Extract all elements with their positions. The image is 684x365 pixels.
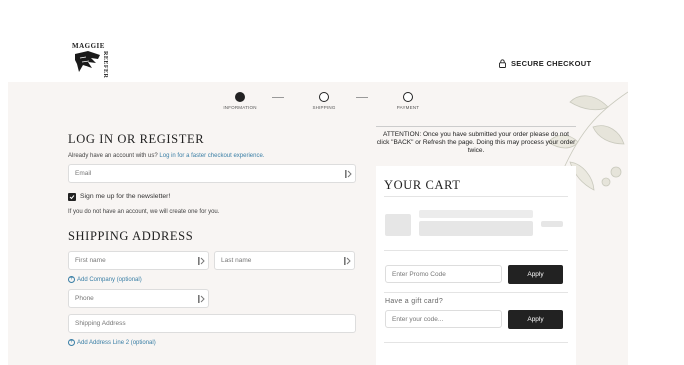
- divider: [384, 342, 568, 343]
- gift-card-field[interactable]: Enter your code...: [385, 310, 502, 328]
- autofill-icon: [345, 170, 352, 178]
- step-connector: [272, 97, 284, 98]
- product-thumbnail: [385, 214, 411, 236]
- shipping-title: SHIPPING ADDRESS: [68, 229, 194, 243]
- last-name-field[interactable]: Last name: [214, 251, 355, 270]
- add-address-line2-label: Add Address Line 2 (optional): [77, 339, 156, 346]
- divider: [384, 196, 568, 197]
- divider: [384, 292, 568, 293]
- brand-logo[interactable]: MAGGIE REEFER: [72, 42, 110, 79]
- step-shipping[interactable]: SHIPPING: [304, 92, 344, 110]
- step-information[interactable]: INFORMATION: [220, 92, 260, 110]
- plus-icon: +: [68, 339, 75, 346]
- apply-gift-card-button[interactable]: Apply: [508, 310, 563, 329]
- step-dot: [403, 92, 413, 102]
- login-title: LOG IN OR REGISTER: [68, 132, 205, 146]
- brand-name-vertical: REEFER: [102, 51, 108, 79]
- step-label: INFORMATION: [223, 105, 257, 110]
- divider: [384, 250, 568, 251]
- brand-name: MAGGIE: [72, 42, 105, 50]
- add-company-link[interactable]: + Add Company (optional): [68, 276, 142, 283]
- promo-code-placeholder: Enter Promo Code: [392, 271, 446, 278]
- newsletter-checkbox[interactable]: [68, 193, 76, 201]
- shipping-address-field[interactable]: Shipping Address: [68, 314, 356, 333]
- newsletter-label: Sign me up for the newsletter!: [80, 193, 171, 200]
- checkout-stepper: INFORMATION SHIPPING PAYMENT: [220, 92, 430, 114]
- autofill-icon: [198, 257, 205, 265]
- cart-title: YOUR CART: [384, 178, 461, 192]
- wolf-emblem-icon: [75, 51, 100, 72]
- secure-checkout-label: SECURE CHECKOUT: [511, 59, 592, 68]
- step-label: PAYMENT: [396, 105, 420, 110]
- header: MAGGIE REEFER SECURE CHECKOUT: [0, 0, 684, 82]
- product-detail-placeholder: [419, 221, 533, 236]
- checkout-page: INFORMATION SHIPPING PAYMENT LOG IN OR R…: [8, 82, 628, 365]
- gift-card-label: Have a gift card?: [385, 298, 444, 305]
- first-name-placeholder: First name: [75, 257, 106, 264]
- add-address-line2-link[interactable]: + Add Address Line 2 (optional): [68, 339, 156, 346]
- last-name-placeholder: Last name: [221, 257, 252, 264]
- step-connector: [356, 97, 368, 98]
- step-dot: [235, 92, 245, 102]
- phone-field[interactable]: Phone: [68, 289, 209, 308]
- cart-panel: YOUR CART Enter Promo Code Apply Have a …: [376, 166, 576, 365]
- apply-promo-button[interactable]: Apply: [508, 265, 563, 284]
- add-company-label: Add Company (optional): [77, 276, 142, 283]
- autofill-icon: [198, 295, 205, 303]
- lock-icon: [499, 59, 506, 68]
- email-placeholder: Email: [75, 170, 92, 177]
- step-payment[interactable]: PAYMENT: [388, 92, 428, 110]
- attention-notice: ATTENTION: Once you have submitted your …: [376, 126, 576, 155]
- step-label: SHIPPING: [312, 105, 336, 110]
- product-price-placeholder: [541, 221, 563, 227]
- product-line-placeholder: [419, 210, 533, 218]
- plus-icon: +: [68, 276, 75, 283]
- secure-checkout: SECURE CHECKOUT: [499, 59, 591, 68]
- autofill-icon: [344, 257, 351, 265]
- shipping-address-placeholder: Shipping Address: [75, 320, 126, 327]
- step-dot: [319, 92, 329, 102]
- promo-code-field[interactable]: Enter Promo Code: [385, 265, 502, 283]
- account-note: If you do not have an account, we will c…: [68, 209, 220, 215]
- login-prompt-text: Already have an account with us?: [68, 153, 158, 159]
- phone-placeholder: Phone: [75, 295, 94, 302]
- login-prompt: Already have an account with us? Log in …: [68, 153, 264, 159]
- email-field[interactable]: Email: [68, 164, 356, 183]
- gift-card-placeholder: Enter your code...: [392, 316, 444, 323]
- login-link[interactable]: Log in for a faster checkout experience.: [159, 153, 264, 159]
- check-icon: [69, 195, 75, 200]
- first-name-field[interactable]: First name: [68, 251, 209, 270]
